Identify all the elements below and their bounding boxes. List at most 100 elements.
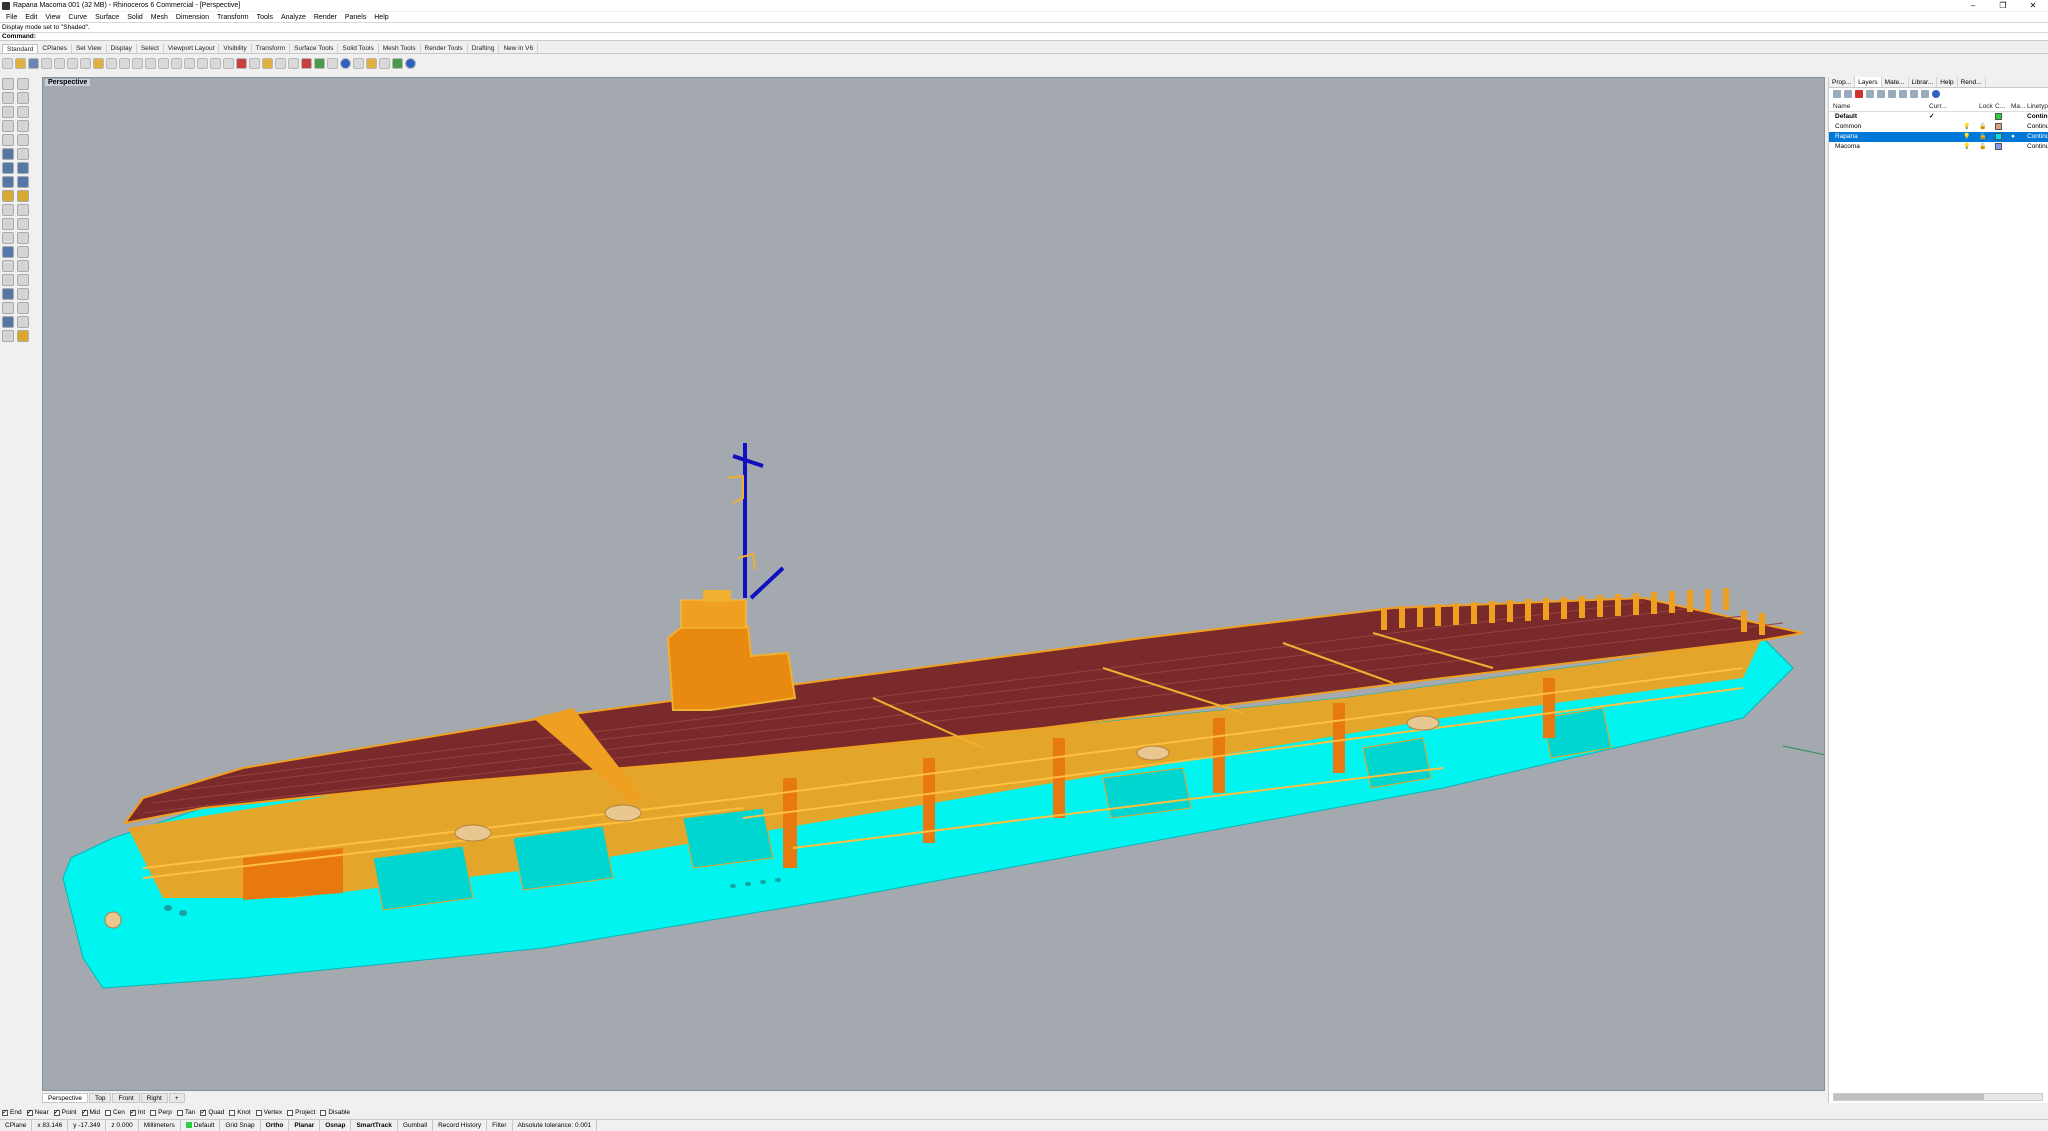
layer-color-swatch[interactable] — [1995, 112, 2011, 122]
layer-current[interactable]: ✓ — [1929, 112, 1963, 122]
array-icon[interactable] — [17, 260, 29, 272]
layer-linetype[interactable]: Continuous — [2027, 132, 2048, 142]
cplane-icon[interactable] — [223, 57, 234, 69]
new-file-icon[interactable] — [2, 57, 13, 69]
menu-tools[interactable]: Tools — [257, 14, 273, 21]
tab-perspective[interactable]: Perspective — [42, 1093, 88, 1103]
open-file-icon[interactable] — [15, 57, 26, 69]
tab-front[interactable]: Front — [112, 1093, 140, 1103]
tab-render-tools[interactable]: Render Tools — [421, 44, 468, 53]
move-to-parent-icon[interactable] — [1888, 90, 1896, 98]
tab-viewport-layout[interactable]: Viewport Layout — [164, 44, 220, 53]
osnap-checkbox[interactable] — [287, 1109, 294, 1116]
tab-layers[interactable]: Layers — [1855, 77, 1882, 87]
new-sublayer-icon[interactable] — [1844, 90, 1852, 98]
planar-toggle[interactable]: Planar — [289, 1120, 321, 1131]
new-layer-icon[interactable] — [1833, 90, 1841, 98]
mirror-icon[interactable] — [2, 260, 14, 272]
menu-edit[interactable]: Edit — [25, 14, 37, 21]
hatch-icon[interactable] — [17, 302, 29, 314]
osnap-toggle[interactable]: Osnap — [320, 1120, 352, 1131]
tab-top[interactable]: Top — [88, 1093, 112, 1103]
tab-select[interactable]: Select — [137, 44, 164, 53]
undo-view-icon[interactable] — [197, 57, 208, 69]
pan-icon[interactable] — [119, 57, 130, 69]
lightbulb-icon[interactable]: 💡 — [1963, 142, 1979, 152]
units-status[interactable]: Millimeters — [139, 1120, 181, 1131]
tab-drafting[interactable]: Drafting — [468, 44, 500, 53]
zoom-extents-icon[interactable] — [171, 57, 182, 69]
select-arrow-icon[interactable] — [2, 78, 14, 90]
layer-name[interactable]: Default — [1833, 112, 1929, 122]
filter-toggle[interactable]: Filter — [487, 1120, 513, 1131]
tab-help[interactable]: Help — [1937, 77, 1958, 87]
tab-rendering[interactable]: Rend... — [1958, 77, 1986, 87]
layer-linetype[interactable]: Continuous — [2027, 112, 2048, 122]
move-up-icon[interactable] — [1866, 90, 1874, 98]
gumball-toggle[interactable]: Gumball — [398, 1120, 434, 1131]
lightbulb-icon[interactable]: 💡 — [1963, 122, 1979, 132]
tab-set-view[interactable]: Set View — [72, 44, 107, 53]
tab-cplanes[interactable]: CPlanes — [38, 44, 72, 53]
col-name[interactable]: Name — [1833, 102, 1929, 112]
osnap-near[interactable]: Near — [26, 1108, 49, 1116]
osnap-point[interactable]: Point — [53, 1108, 77, 1116]
add-viewport-button[interactable]: + — [168, 1093, 185, 1103]
menu-render[interactable]: Render — [314, 14, 337, 21]
col-color[interactable]: C... — [1995, 102, 2011, 112]
properties-icon[interactable] — [314, 57, 325, 69]
rotate-view-icon[interactable] — [132, 57, 143, 69]
col-lock[interactable]: Lock — [1979, 102, 1995, 112]
layer-icon[interactable] — [301, 57, 312, 69]
scale-icon[interactable] — [17, 246, 29, 258]
osnap-checkbox[interactable] — [229, 1109, 236, 1116]
osnap-project[interactable]: Project — [287, 1109, 315, 1116]
col-current[interactable]: Curr... — [1929, 102, 1963, 112]
menu-transform[interactable]: Transform — [217, 14, 249, 21]
lock-icon[interactable]: 🔓 — [1979, 142, 1995, 152]
transform-icon[interactable] — [2, 274, 14, 286]
menu-analyze[interactable]: Analyze — [281, 14, 306, 21]
lock-icon[interactable] — [288, 57, 299, 69]
save-small-icon[interactable] — [392, 57, 403, 69]
material-icon[interactable] — [2011, 142, 2027, 152]
layer-linetype[interactable]: Continuous — [2027, 142, 2048, 152]
osnap-checkbox[interactable] — [26, 1108, 33, 1116]
trim-icon[interactable] — [2, 204, 14, 216]
control-points-icon[interactable] — [17, 274, 29, 286]
menu-help[interactable]: Help — [374, 14, 388, 21]
circle-icon[interactable] — [17, 106, 29, 118]
layer-color-swatch[interactable] — [1995, 142, 2011, 152]
shade-icon[interactable] — [236, 57, 247, 69]
osnap-vertex[interactable]: Vertex — [255, 1109, 282, 1116]
layer-current[interactable] — [1929, 142, 1963, 152]
menu-panels[interactable]: Panels — [345, 14, 366, 21]
col-material[interactable]: Ma... — [2011, 102, 2027, 112]
tab-properties[interactable]: Prop... — [1829, 77, 1856, 87]
zoom-side-icon[interactable] — [2, 330, 14, 342]
select-all-icon[interactable] — [262, 57, 273, 69]
fillet-curve-icon[interactable] — [17, 148, 29, 160]
rectangle-icon[interactable] — [17, 120, 29, 132]
osnap-checkbox[interactable] — [81, 1108, 88, 1116]
split-icon[interactable] — [17, 204, 29, 216]
ellipse-icon[interactable] — [2, 134, 14, 146]
delete-layer-icon[interactable] — [1855, 90, 1863, 98]
lightbulb-icon[interactable]: 💡 — [1963, 132, 1979, 142]
text-icon[interactable] — [17, 190, 29, 202]
smarttrack-toggle[interactable]: SmartTrack — [351, 1120, 398, 1131]
layer-name[interactable]: Rapana — [1833, 132, 1929, 142]
col-linetype[interactable]: Linetype — [2027, 102, 2048, 112]
osnap-checkbox[interactable] — [320, 1109, 327, 1116]
perspective-viewport[interactable]: Perspective — [42, 77, 1825, 1091]
grid-icon[interactable] — [210, 57, 221, 69]
viewport-title[interactable]: Perspective — [45, 79, 91, 86]
tab-display[interactable]: Display — [107, 44, 137, 53]
join-icon[interactable] — [2, 218, 14, 230]
analyze-icon[interactable] — [2, 288, 14, 300]
line-icon[interactable] — [2, 92, 14, 104]
layer-row-common[interactable]: Common 💡🔓 Continuous — [1829, 122, 2048, 132]
box-icon[interactable] — [2, 162, 14, 174]
options-icon[interactable] — [353, 57, 364, 69]
tab-new-in-v6[interactable]: New in V6 — [499, 44, 539, 53]
